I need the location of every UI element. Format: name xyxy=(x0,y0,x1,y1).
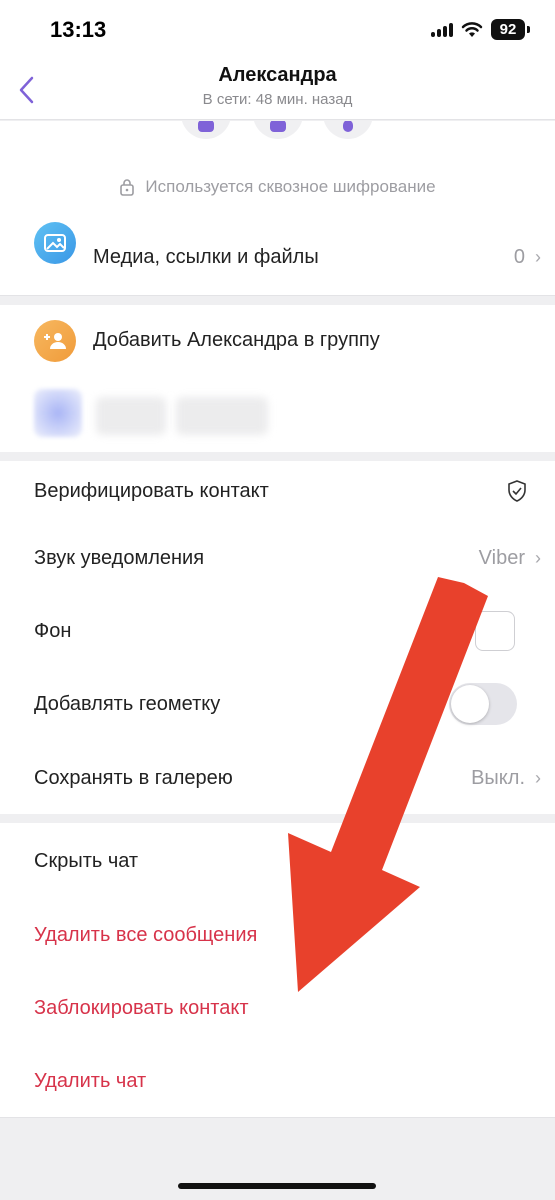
encryption-note: Используется сквозное шифрование xyxy=(0,177,555,197)
status-icons: 92 xyxy=(431,19,530,40)
save-gallery-label: Сохранять в галерею xyxy=(34,766,233,789)
delete-messages-button[interactable]: Удалить все сообщения xyxy=(0,905,555,965)
nav-bar: Александра В сети: 48 мин. назад xyxy=(0,60,555,120)
media-count: 0 › xyxy=(514,246,541,269)
save-gallery-value: Выкл. › xyxy=(471,767,541,790)
hide-chat-label: Скрыть чат xyxy=(34,849,139,872)
geotag-label: Добавлять геометку xyxy=(34,692,221,715)
chevron-right-icon: › xyxy=(535,246,541,267)
lock-icon xyxy=(120,179,135,196)
last-seen: В сети: 48 мин. назад xyxy=(202,91,353,108)
mic-icon xyxy=(343,121,353,132)
add-to-group-button[interactable]: Добавить Александра в группу xyxy=(93,329,380,352)
shield-icon xyxy=(507,480,527,502)
video-call-button[interactable] xyxy=(253,121,303,139)
home-indicator xyxy=(178,1183,376,1189)
group-section: Добавить Александра в группу xyxy=(0,305,555,452)
verify-contact-row[interactable]: Верифицировать контакт xyxy=(0,461,555,521)
blurred-name-part xyxy=(96,397,166,435)
media-icon xyxy=(34,222,76,264)
chevron-right-icon: › xyxy=(535,547,541,568)
delete-messages-label: Удалить все сообщения xyxy=(34,923,258,946)
blurred-avatar xyxy=(34,389,82,437)
save-gallery-value-text: Выкл. xyxy=(471,766,525,789)
background-row[interactable]: Фон xyxy=(0,601,555,661)
status-time: 13:13 xyxy=(50,17,107,42)
block-contact-label: Заблокировать контакт xyxy=(34,996,249,1019)
voice-call-button[interactable] xyxy=(181,121,231,139)
video-icon xyxy=(270,121,286,132)
delete-chat-label: Удалить чат xyxy=(34,1069,147,1092)
block-contact-button[interactable]: Заблокировать контакт xyxy=(0,978,555,1038)
chevron-right-icon: › xyxy=(535,767,541,788)
encryption-media-section: Используется сквозное шифрование Медиа, … xyxy=(0,151,555,296)
call-actions xyxy=(0,121,555,151)
message-button[interactable] xyxy=(323,121,373,139)
sound-label: Звук уведомления xyxy=(34,546,205,569)
wifi-icon xyxy=(461,21,483,37)
signal-icon xyxy=(431,22,453,37)
delete-chat-button[interactable]: Удалить чат xyxy=(0,1051,555,1111)
media-count-value: 0 xyxy=(513,245,525,268)
add-to-group-icon xyxy=(34,320,76,362)
geotag-row: Добавлять геометку xyxy=(0,674,555,734)
background-value xyxy=(475,611,541,651)
save-to-gallery-row[interactable]: Сохранять в галерею Выкл. › xyxy=(0,748,555,808)
sound-value: Viber › xyxy=(479,547,541,570)
geotag-control xyxy=(449,683,541,725)
phone-icon xyxy=(198,121,214,132)
media-links-files-row[interactable]: Медиа, ссылки и файлы 0 › xyxy=(0,222,555,292)
battery-indicator: 92 xyxy=(491,19,530,40)
notification-sound-row[interactable]: Звук уведомления Viber › xyxy=(0,528,555,588)
background-label: Фон xyxy=(34,619,72,642)
settings-section: Верифицировать контакт Звук уведомления … xyxy=(0,461,555,814)
hide-chat-button[interactable]: Скрыть чат xyxy=(0,831,555,891)
blurred-name-part xyxy=(176,397,268,435)
geotag-toggle[interactable] xyxy=(449,683,517,725)
verify-label: Верифицировать контакт xyxy=(34,479,269,502)
media-label: Медиа, ссылки и файлы xyxy=(93,245,319,268)
status-bar: 13:13 92 xyxy=(0,0,555,60)
contact-name: Александра xyxy=(218,64,337,86)
background-preview xyxy=(475,611,515,651)
chat-actions-section: Скрыть чат Удалить все сообщения Заблоки… xyxy=(0,823,555,1118)
encryption-text: Используется сквозное шифрование xyxy=(145,177,436,196)
sound-value-text: Viber xyxy=(478,546,525,569)
